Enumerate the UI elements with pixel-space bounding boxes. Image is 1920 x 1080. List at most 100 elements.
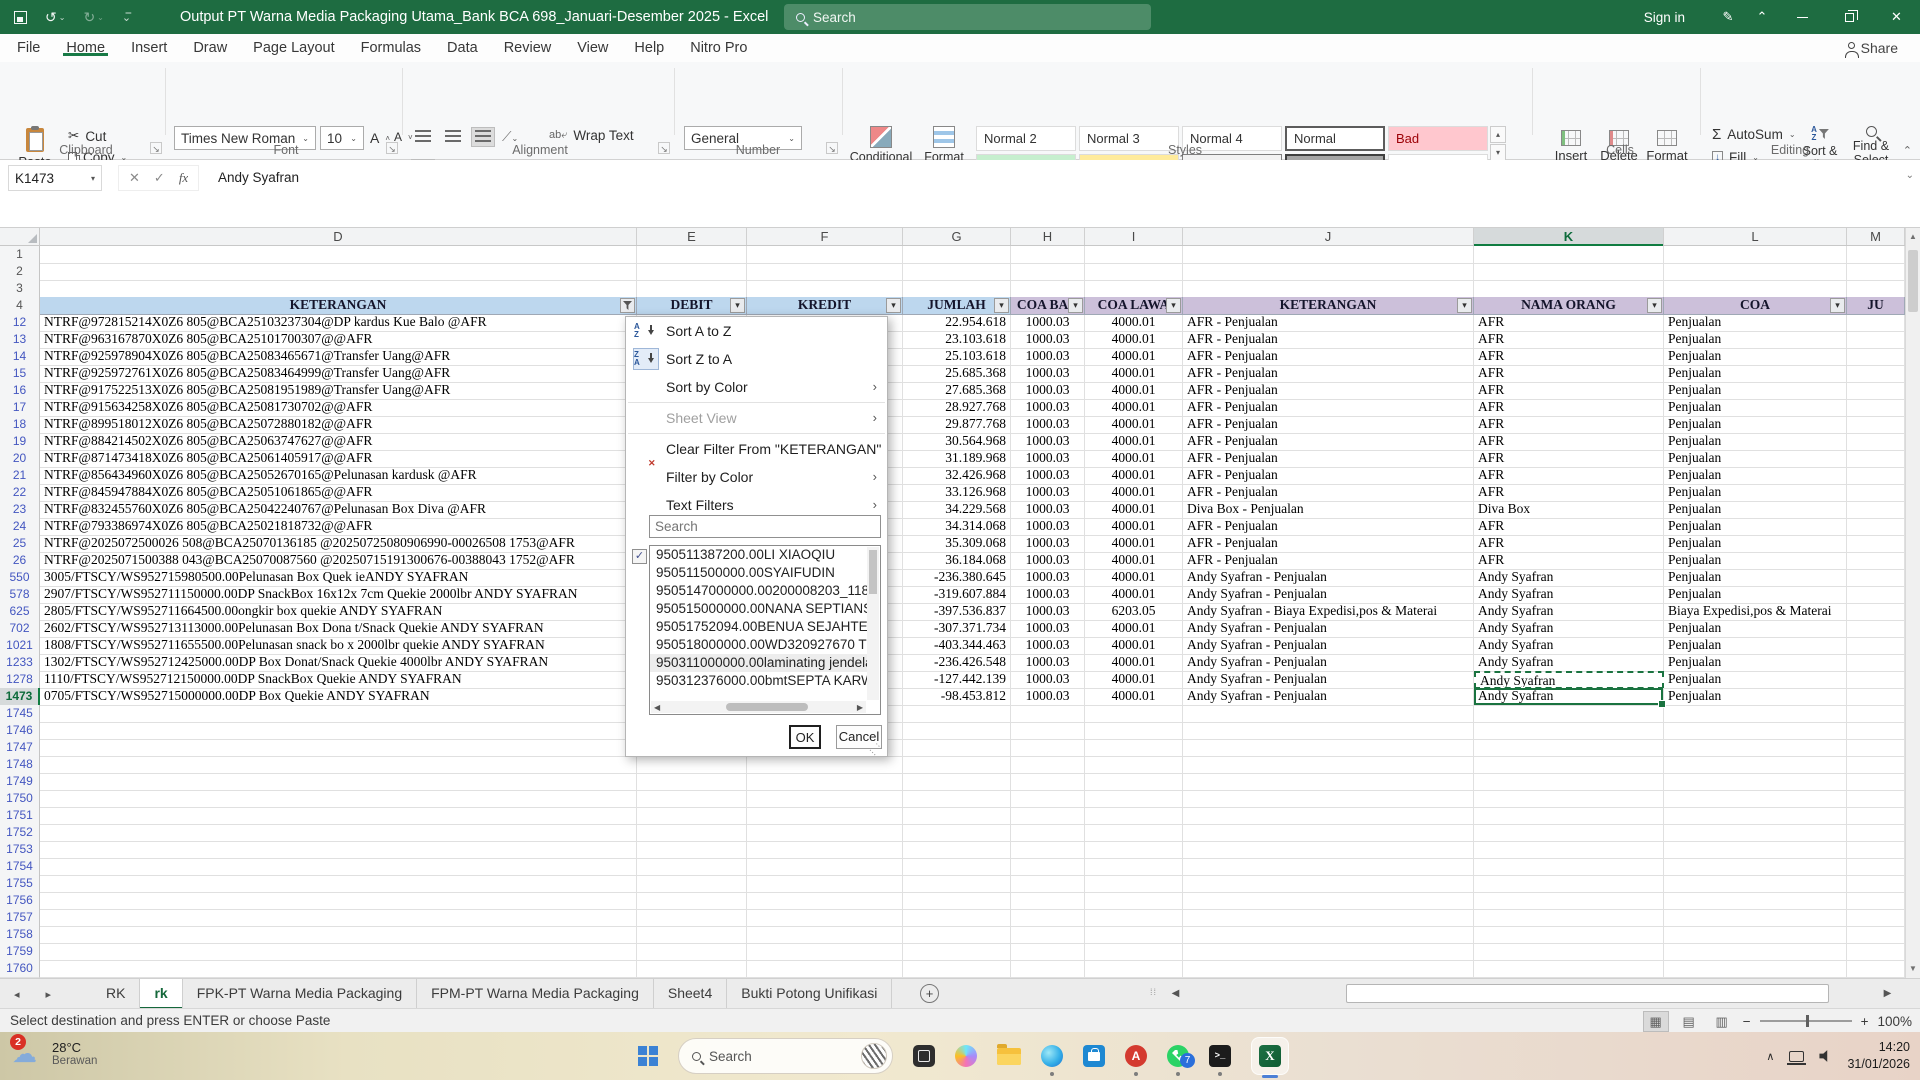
cell[interactable] (1085, 773, 1183, 791)
row-header[interactable]: 1278 (0, 671, 40, 689)
cell[interactable] (903, 943, 1011, 961)
cell[interactable] (1011, 773, 1085, 791)
table-header-cell[interactable]: COA BAN (1011, 297, 1085, 315)
restore-button[interactable] (1826, 0, 1873, 34)
cell[interactable] (747, 263, 903, 281)
cell-jumlah[interactable]: 33.126.968 (903, 484, 1011, 502)
cell[interactable] (1085, 807, 1183, 825)
cell[interactable] (1664, 722, 1847, 740)
cell[interactable] (1011, 807, 1085, 825)
cell[interactable] (1664, 858, 1847, 876)
cell[interactable] (1664, 960, 1847, 978)
row-header[interactable]: 702 (0, 620, 40, 638)
cell[interactable] (1474, 875, 1664, 893)
cell[interactable] (1474, 280, 1664, 298)
cell-coa-lawan[interactable]: 4000.01 (1085, 484, 1183, 502)
cell[interactable] (637, 790, 747, 808)
filter-values-list[interactable]: 950511387200.00LI XIAOQIU950511500000.00… (649, 545, 881, 715)
row-header[interactable]: 17 (0, 399, 40, 417)
cell[interactable] (1085, 960, 1183, 978)
cell[interactable] (1664, 926, 1847, 944)
row-header[interactable]: 3 (0, 280, 40, 298)
row-header[interactable]: 1751 (0, 807, 40, 825)
cell[interactable] (1474, 773, 1664, 791)
cell[interactable] (1847, 807, 1905, 825)
cell-coa-bank[interactable]: 1000.03 (1011, 501, 1085, 519)
cell-keterangan-j[interactable]: AFR - Penjualan (1183, 552, 1474, 570)
row-header[interactable]: 1753 (0, 841, 40, 859)
copilot-button[interactable] (955, 1032, 977, 1080)
cell-coa[interactable]: Penjualan (1664, 484, 1847, 502)
row-header[interactable]: 550 (0, 569, 40, 587)
cell[interactable] (1474, 739, 1664, 757)
cell[interactable] (1085, 824, 1183, 842)
cell[interactable] (903, 807, 1011, 825)
cell[interactable] (1011, 892, 1085, 910)
cell[interactable] (637, 756, 747, 774)
cell-coa-bank[interactable]: 1000.03 (1011, 365, 1085, 383)
cell[interactable] (1011, 705, 1085, 723)
row-header[interactable]: 4 (0, 297, 40, 315)
cell-coa-lawan[interactable]: 4000.01 (1085, 671, 1183, 689)
cell-coa[interactable]: Penjualan (1664, 620, 1847, 638)
cell[interactable] (1664, 263, 1847, 281)
bottom-align-icon[interactable] (472, 128, 494, 146)
cell[interactable] (1474, 841, 1664, 859)
cell-jumlah[interactable]: -307.371.734 (903, 620, 1011, 638)
middle-align-icon[interactable] (442, 128, 464, 146)
table-header-cell[interactable]: KETERANGAN (40, 297, 637, 315)
row-header[interactable]: 19 (0, 433, 40, 451)
cell-coa-bank[interactable]: 1000.03 (1011, 467, 1085, 485)
cell-coa[interactable]: Penjualan (1664, 348, 1847, 366)
row-header[interactable]: 1745 (0, 705, 40, 723)
redo-icon[interactable]: ↻⌄ (83, 9, 103, 26)
cell[interactable] (40, 943, 637, 961)
cell[interactable] (1183, 909, 1474, 927)
cell[interactable] (40, 246, 637, 264)
cell[interactable] (1474, 705, 1664, 723)
ribbon-tab[interactable]: View (564, 40, 621, 56)
microsoft-store-button[interactable] (1083, 1032, 1105, 1080)
cell[interactable] (1183, 807, 1474, 825)
cell[interactable] (1664, 790, 1847, 808)
cell-nama-orang[interactable]: AFR (1474, 331, 1664, 349)
cell-coa-lawan[interactable]: 4000.01 (1085, 518, 1183, 536)
cell-nama-orang[interactable]: AFR (1474, 416, 1664, 434)
cell-keterangan-d[interactable]: NTRF@832455760X0Z6 805@BCA25042240767@Pe… (40, 501, 637, 519)
cell[interactable] (903, 960, 1011, 978)
row-header[interactable]: 18 (0, 416, 40, 434)
sheet-nav-left-icon[interactable]: ◂ (14, 988, 20, 1001)
cell[interactable] (1847, 450, 1905, 468)
cell[interactable] (40, 841, 637, 859)
cell-keterangan-d[interactable]: NTRF@915634258X0Z6 805@BCA25081730702@@A… (40, 399, 637, 417)
cell[interactable] (1011, 824, 1085, 842)
cell[interactable] (1183, 722, 1474, 740)
cell-style-item[interactable]: Bad (1388, 126, 1488, 151)
menu-item-filter-by-color[interactable]: Filter by Color› (626, 463, 887, 491)
cell[interactable] (1664, 739, 1847, 757)
undo-icon[interactable]: ↺⌄ (45, 9, 65, 26)
cell-keterangan-d[interactable]: NTRF@963167870X0Z6 805@BCA25101700307@@A… (40, 331, 637, 349)
cell-keterangan-d[interactable]: 1110/FTSCY/WS952712150000.00DP SnackBox … (40, 671, 637, 689)
cell-jumlah[interactable]: 31.189.968 (903, 450, 1011, 468)
cell-coa-bank[interactable]: 1000.03 (1011, 688, 1085, 706)
filter-value-item[interactable]: 950312376000.00bmtSEPTA KARWAN (650, 672, 868, 690)
menu-item-sort-a-to-z[interactable]: AZ Sort A to Z (626, 317, 887, 345)
cell[interactable] (1011, 263, 1085, 281)
hscroll-left-icon[interactable]: ◀ (1166, 984, 1185, 1003)
cell-keterangan-j[interactable]: AFR - Penjualan (1183, 399, 1474, 417)
sign-in-button[interactable]: Sign in (1644, 10, 1685, 25)
ribbon-tab[interactable]: Data (434, 40, 491, 56)
cell[interactable] (1474, 892, 1664, 910)
cell-coa-bank[interactable]: 1000.03 (1011, 654, 1085, 672)
cell[interactable] (1011, 280, 1085, 298)
hidden-icons-chevron-icon[interactable]: ∧ (1766, 1050, 1774, 1063)
cell[interactable] (1085, 875, 1183, 893)
save-icon[interactable] (14, 11, 27, 24)
cell-coa-bank[interactable]: 1000.03 (1011, 484, 1085, 502)
cell[interactable] (40, 280, 637, 298)
cell-jumlah[interactable]: 29.877.768 (903, 416, 1011, 434)
column-header[interactable]: M (1847, 228, 1905, 245)
cell[interactable] (40, 790, 637, 808)
column-header[interactable]: I (1085, 228, 1183, 245)
